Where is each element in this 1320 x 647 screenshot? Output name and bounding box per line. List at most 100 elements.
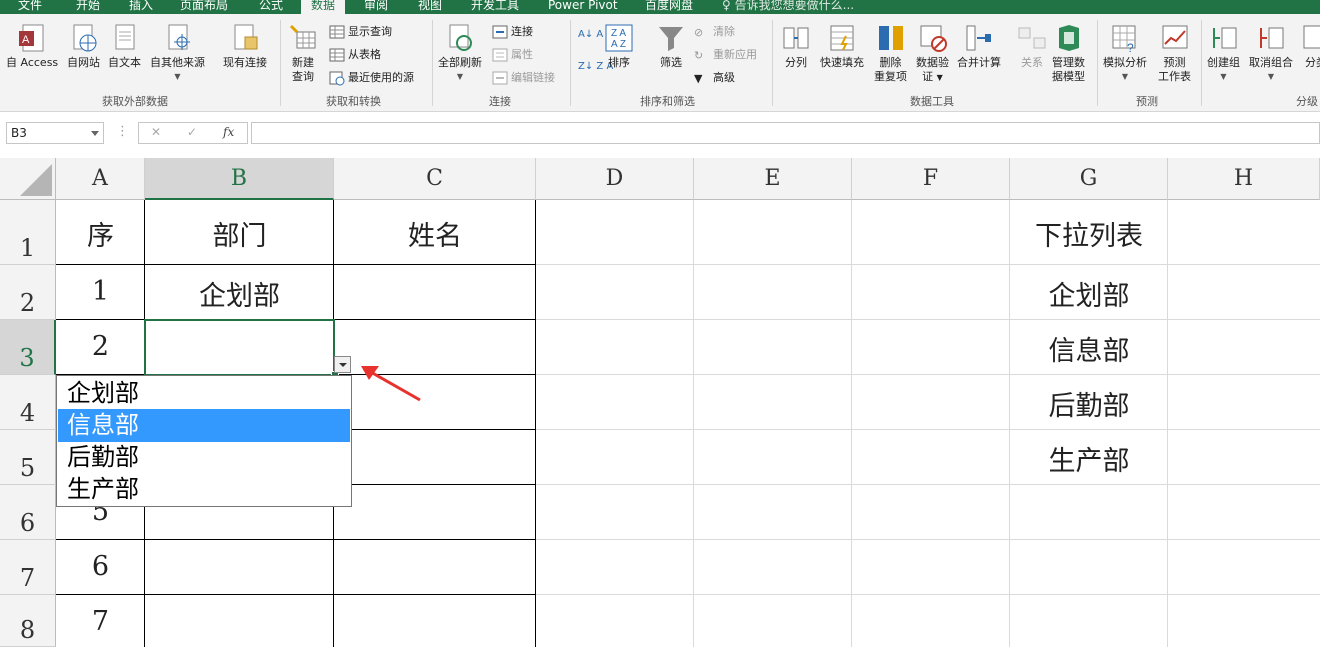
relationships-button[interactable]: 关系 bbox=[1016, 22, 1048, 70]
refresh-all-button[interactable]: 全部刷新 ▼ bbox=[438, 22, 482, 84]
column-header-g[interactable]: G bbox=[1010, 158, 1168, 200]
data-validation-button[interactable]: 数据验 证 ▼ bbox=[916, 22, 949, 85]
recent-sources-button[interactable]: 最近使用的源 bbox=[329, 69, 414, 87]
row-header-7[interactable]: 7 bbox=[0, 540, 56, 595]
from-table-button[interactable]: 从表格 bbox=[329, 46, 381, 64]
tab-page-layout[interactable]: 页面布局 bbox=[180, 0, 228, 14]
subtotal-icon bbox=[1303, 25, 1320, 49]
remove-duplicates-icon bbox=[878, 26, 903, 50]
cell-a7[interactable]: 6 bbox=[56, 551, 145, 582]
lightbulb-icon: ♀ bbox=[722, 0, 731, 12]
group-button[interactable]: 创建组 ▼ bbox=[1207, 22, 1240, 84]
other-sources-icon bbox=[168, 24, 190, 50]
enter-icon[interactable]: ✓ bbox=[187, 125, 197, 139]
validation-dropdown-button[interactable] bbox=[334, 356, 351, 373]
dropdown-option-information[interactable]: 信息部 bbox=[58, 409, 350, 442]
column-header-d[interactable]: D bbox=[536, 158, 694, 200]
cell-b2[interactable]: 企划部 bbox=[145, 274, 334, 313]
row-header-6[interactable]: 6 bbox=[0, 485, 56, 540]
cell-g2[interactable]: 企划部 bbox=[1010, 274, 1168, 313]
svg-text:A: A bbox=[22, 34, 30, 46]
row-header-4[interactable]: 4 bbox=[0, 375, 56, 430]
cell-g5[interactable]: 生产部 bbox=[1010, 439, 1168, 478]
tab-file[interactable]: 文件 bbox=[18, 0, 42, 14]
more-options-icon[interactable]: ⋮ bbox=[116, 124, 129, 139]
filter-button[interactable]: 筛选 bbox=[655, 22, 687, 70]
from-text-button[interactable]: 自文本 bbox=[108, 22, 141, 70]
cell-a2[interactable]: 1 bbox=[56, 276, 145, 307]
reapply-button[interactable]: ↻ 重新应用 bbox=[694, 46, 757, 64]
row-header-1[interactable]: 1 bbox=[0, 200, 56, 265]
tab-view[interactable]: 视图 bbox=[418, 0, 442, 14]
tab-insert[interactable]: 插入 bbox=[129, 0, 153, 14]
cell-c1[interactable]: 姓名 bbox=[334, 214, 536, 253]
advanced-filter-button[interactable]: ▼ 高级 bbox=[694, 69, 735, 87]
group-label-outline: 分级 bbox=[1296, 95, 1318, 108]
dropdown-option-planning[interactable]: 企划部 bbox=[58, 377, 350, 410]
row-header-2[interactable]: 2 bbox=[0, 265, 56, 320]
from-web-button[interactable]: 自网站 bbox=[67, 22, 100, 70]
from-other-sources-button[interactable]: 自其他来源 ▼ bbox=[150, 22, 205, 84]
chevron-down-icon: ▼ bbox=[456, 72, 464, 81]
tab-baidu-netdisk[interactable]: 百度网盘 bbox=[645, 0, 693, 14]
dropdown-option-production[interactable]: 生产部 bbox=[58, 473, 350, 506]
what-if-analysis-button[interactable]: ? 模拟分析 ▼ bbox=[1103, 22, 1147, 84]
active-cell-b3[interactable] bbox=[144, 319, 335, 376]
tab-developer[interactable]: 开发工具 bbox=[471, 0, 519, 14]
formula-input[interactable] bbox=[251, 122, 1320, 144]
sort-button[interactable]: Z AA Z 排序 bbox=[603, 22, 635, 70]
column-header-a[interactable]: A bbox=[56, 158, 145, 200]
connections-button[interactable]: 连接 bbox=[492, 23, 533, 41]
existing-connections-button[interactable]: 现有连接 bbox=[223, 22, 267, 70]
row-header-5[interactable]: 5 bbox=[0, 430, 56, 485]
reapply-icon: ↻ bbox=[694, 49, 704, 62]
consolidate-button[interactable]: 合并计算 bbox=[957, 22, 1001, 70]
column-header-h[interactable]: H bbox=[1168, 158, 1320, 200]
ungroup-button[interactable]: 取消组合 ▼ bbox=[1249, 22, 1293, 84]
show-queries-button[interactable]: 显示查询 bbox=[329, 23, 392, 41]
new-query-button[interactable]: 新建 查询 bbox=[287, 22, 319, 84]
tab-review[interactable]: 审阅 bbox=[364, 0, 388, 14]
properties-icon bbox=[492, 48, 508, 62]
row-header-3[interactable]: 3 bbox=[0, 320, 56, 375]
cancel-icon[interactable]: ✕ bbox=[151, 125, 161, 139]
flash-fill-button[interactable]: 快速填充 bbox=[820, 22, 864, 70]
insert-function-icon[interactable]: fx bbox=[223, 125, 234, 139]
tell-me-box[interactable]: ♀ 告诉我您想要做什么... bbox=[722, 0, 854, 14]
clear-filter-icon: ⊘ bbox=[694, 26, 704, 39]
edit-links-button[interactable]: 编辑链接 bbox=[492, 69, 555, 87]
column-header-b[interactable]: B bbox=[145, 158, 334, 200]
cell-g3[interactable]: 信息部 bbox=[1010, 329, 1168, 368]
existing-connections-icon bbox=[234, 24, 258, 50]
tab-home[interactable]: 开始 bbox=[76, 0, 100, 14]
cell-b1[interactable]: 部门 bbox=[145, 214, 334, 253]
tab-data[interactable]: 数据 bbox=[301, 0, 346, 14]
cell-g1[interactable]: 下拉列表 bbox=[1010, 214, 1168, 253]
cell-a3[interactable]: 2 bbox=[56, 331, 145, 362]
name-box[interactable]: B3 bbox=[6, 122, 104, 144]
column-header-e[interactable]: E bbox=[694, 158, 852, 200]
tab-power-pivot[interactable]: Power Pivot bbox=[548, 0, 618, 14]
select-all-corner[interactable] bbox=[0, 158, 56, 200]
subtotal-button[interactable]: 分类 bbox=[1300, 22, 1320, 70]
cell-a1[interactable]: 序 bbox=[56, 214, 145, 253]
row-header-8[interactable]: 8 bbox=[0, 595, 56, 647]
column-header-f[interactable]: F bbox=[852, 158, 1010, 200]
tab-formulas[interactable]: 公式 bbox=[259, 0, 283, 14]
manage-data-model-button[interactable]: 管理数 据模型 bbox=[1052, 22, 1085, 84]
access-icon: A bbox=[19, 24, 44, 52]
dropdown-option-logistics[interactable]: 后勤部 bbox=[58, 441, 350, 474]
chevron-down-icon: ▼ bbox=[936, 73, 943, 82]
column-header-c[interactable]: C bbox=[334, 158, 536, 200]
clear-filter-button[interactable]: ⊘ 清除 bbox=[694, 23, 735, 41]
cell-g4[interactable]: 后勤部 bbox=[1010, 384, 1168, 423]
remove-duplicates-button[interactable]: 删除 重复项 bbox=[874, 22, 907, 84]
chevron-down-icon[interactable] bbox=[91, 131, 99, 136]
properties-button[interactable]: 属性 bbox=[492, 46, 533, 64]
forecast-sheet-button[interactable]: 预测 工作表 bbox=[1158, 22, 1191, 84]
text-to-columns-button[interactable]: 分列 bbox=[780, 22, 812, 70]
group-label-sort-filter: 排序和筛选 bbox=[640, 95, 695, 108]
forecast-sheet-icon bbox=[1162, 25, 1187, 49]
from-access-button[interactable]: A 自 Access bbox=[6, 22, 58, 70]
cell-a8[interactable]: 7 bbox=[56, 606, 145, 637]
